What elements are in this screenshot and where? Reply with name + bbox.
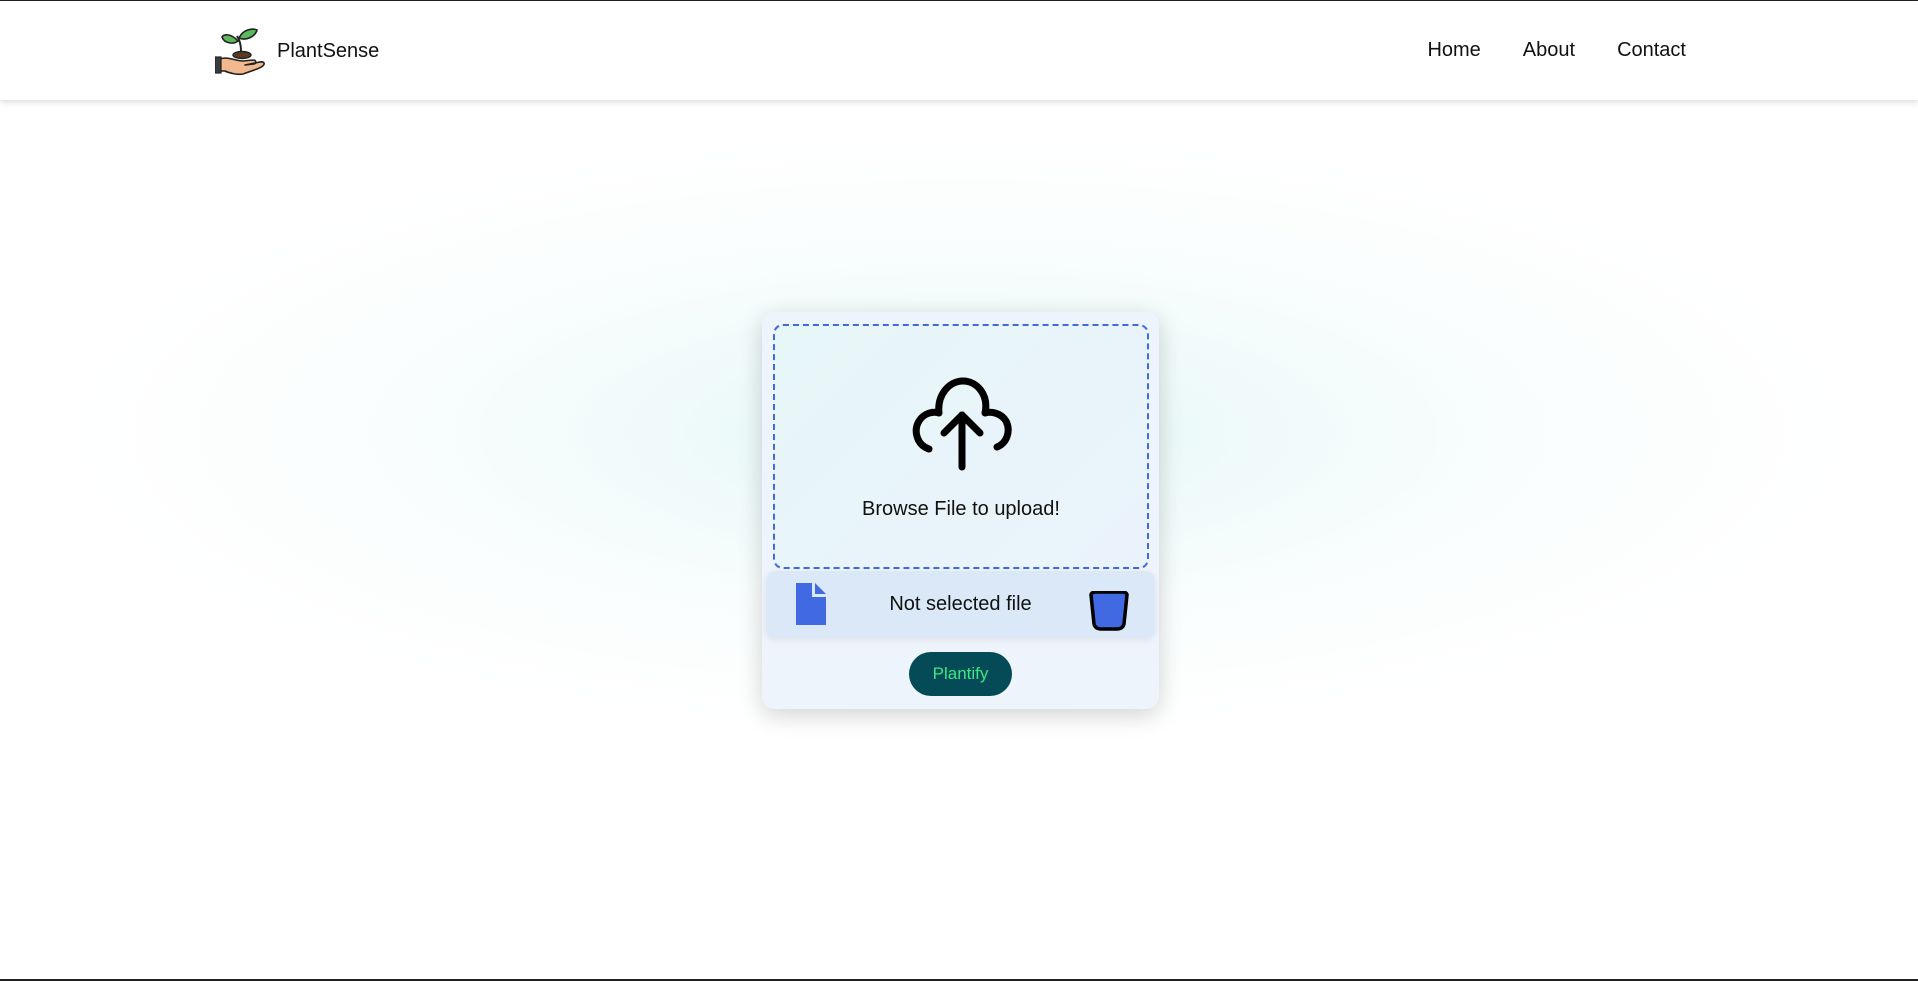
file-status-row: Not selected file xyxy=(766,571,1155,638)
nav-link-about[interactable]: About xyxy=(1523,37,1575,63)
nav-link-home[interactable]: Home xyxy=(1427,37,1480,63)
hand-holding-sprout-icon xyxy=(215,28,265,76)
brand[interactable]: PlantSense xyxy=(215,25,379,77)
plantify-button[interactable]: Plantify xyxy=(909,652,1012,696)
nav-link-contact[interactable]: Contact xyxy=(1617,37,1686,63)
navbar: PlantSense Home About Contact xyxy=(0,1,1918,100)
cloud-upload-icon xyxy=(912,377,1012,471)
drop-label: Browse File to upload! xyxy=(862,498,1060,520)
brand-name: PlantSense xyxy=(277,39,380,62)
trash-icon[interactable] xyxy=(1088,591,1130,631)
nav-links: Home About Contact xyxy=(1427,37,1686,63)
upload-card: Browse File to upload! Not selected file… xyxy=(762,312,1159,709)
file-drop-area[interactable]: Browse File to upload! xyxy=(773,324,1149,569)
